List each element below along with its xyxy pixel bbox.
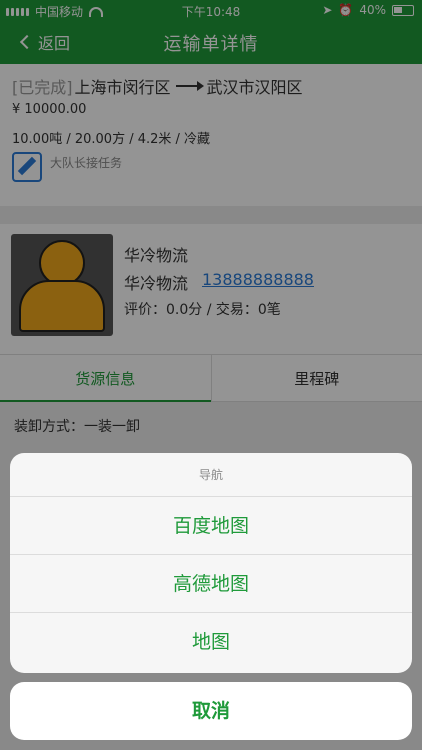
action-sheet: 导航 百度地图 高德地图 地图 (10, 453, 412, 673)
cancel-button[interactable]: 取消 (10, 682, 412, 740)
baidu-map-option[interactable]: 百度地图 (10, 497, 412, 555)
apple-map-option[interactable]: 地图 (10, 613, 412, 671)
amap-option[interactable]: 高德地图 (10, 555, 412, 613)
action-sheet-title: 导航 (10, 453, 412, 497)
